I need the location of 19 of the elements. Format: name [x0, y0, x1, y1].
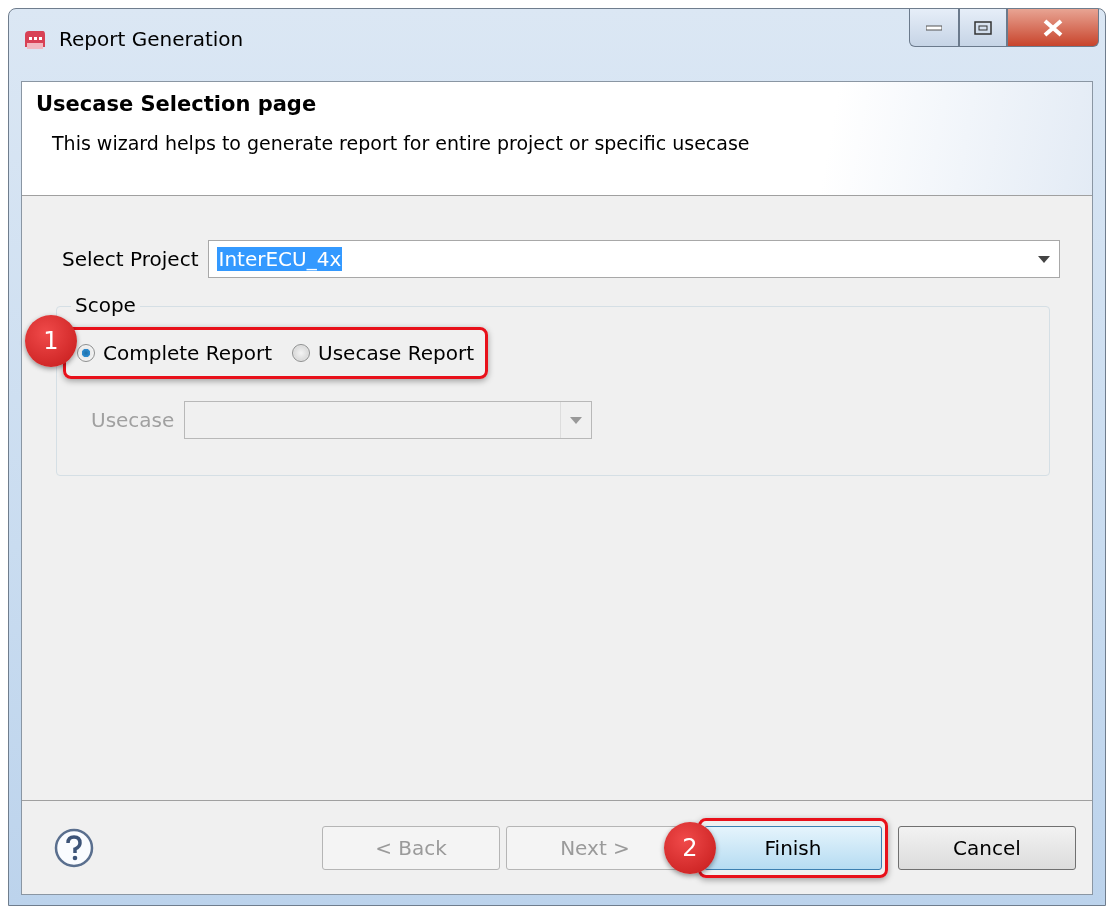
field-label: Select Project: [62, 247, 199, 271]
field-label: Usecase: [91, 408, 175, 432]
maximize-button[interactable]: [959, 9, 1007, 47]
close-button[interactable]: [1007, 9, 1099, 47]
close-icon: [1042, 18, 1064, 37]
step-badge: 2: [664, 821, 716, 874]
wizard-button[interactable]: Cancel: [898, 825, 1076, 870]
step-badge: 1: [25, 315, 77, 367]
app-icon: [23, 29, 47, 51]
page-description: This wizard helps to generate report for entire project or specific usecase: [52, 132, 750, 154]
caret-icon: [1038, 255, 1050, 263]
minimize-icon: [926, 24, 942, 31]
page-title: Usecase Selection page: [36, 92, 317, 116]
window-title: Report Generation: [59, 27, 245, 51]
wizard-button[interactable]: Finish: [704, 825, 882, 870]
caret-icon: [570, 416, 583, 424]
minimize-button[interactable]: [909, 9, 959, 47]
maximize-icon: [974, 20, 992, 35]
help-icon[interactable]: [54, 827, 94, 868]
